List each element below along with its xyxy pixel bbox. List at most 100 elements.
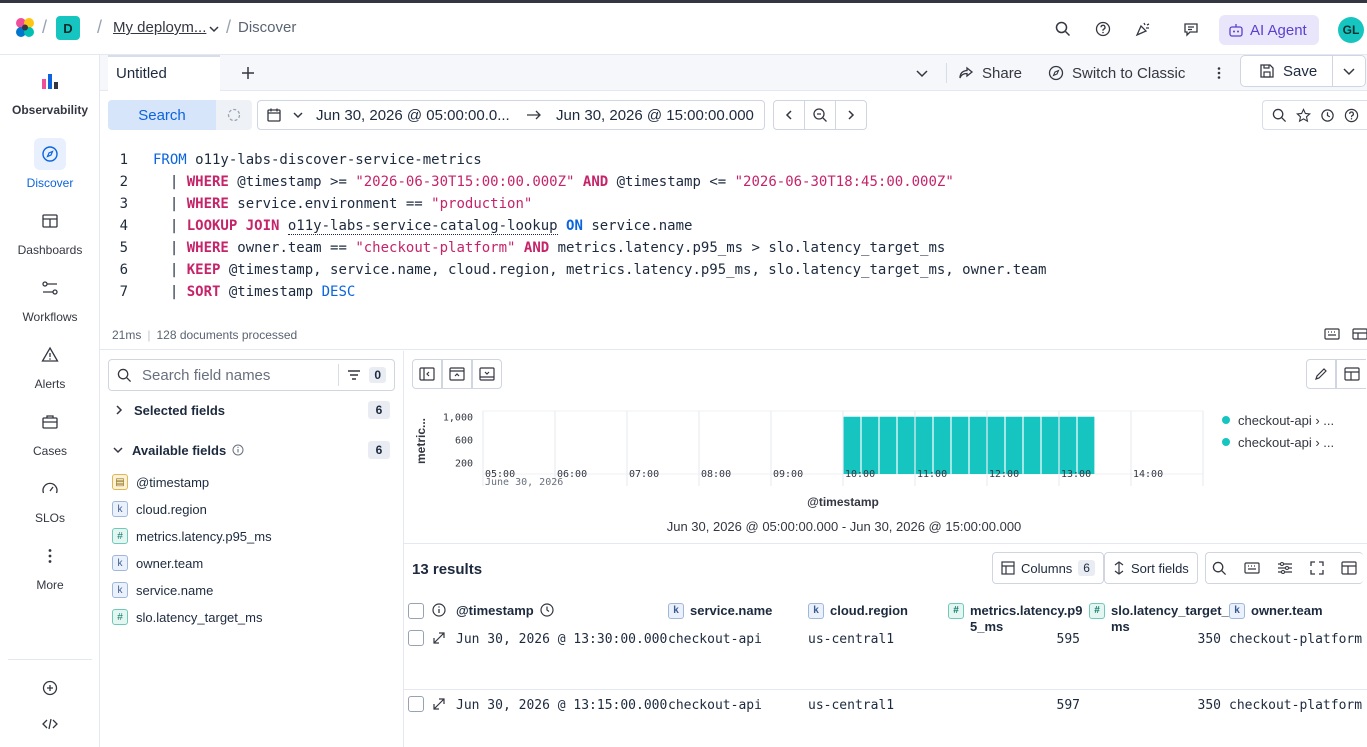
chat-icon[interactable] — [1177, 15, 1205, 43]
column-header-owner-team[interactable]: k owner.team — [1229, 603, 1323, 619]
search-icon[interactable] — [1212, 561, 1227, 576]
chart-bar[interactable] — [861, 416, 879, 474]
tab-untitled[interactable]: Untitled — [108, 55, 220, 91]
column-header-cloud-region[interactable]: k cloud.region — [808, 603, 908, 619]
chart-bar[interactable] — [1059, 416, 1077, 474]
field-item-cloud-region[interactable]: k cloud.region — [112, 499, 207, 519]
elastic-logo-icon[interactable] — [12, 15, 38, 41]
nav-item-alerts[interactable]: Alerts — [0, 339, 100, 391]
layout-icon[interactable] — [1341, 561, 1357, 575]
available-fields-toggle[interactable]: Available fields 6 — [108, 438, 392, 462]
date-start[interactable]: Jun 30, 2026 @ 05:00:00.0... — [316, 107, 516, 124]
filter-icon[interactable] — [347, 368, 361, 382]
chart-bar[interactable] — [1023, 416, 1041, 474]
newsfeed-icon[interactable] — [1129, 15, 1157, 43]
nav-item-cases[interactable]: Cases — [0, 406, 100, 458]
chart-bar[interactable] — [1005, 416, 1023, 474]
star-icon[interactable] — [1295, 107, 1311, 123]
chart-bar[interactable] — [969, 416, 987, 474]
date-end[interactable]: Jun 30, 2026 @ 15:00:00.000 — [556, 107, 754, 124]
breadcrumb-deployment[interactable]: My deploym... — [113, 19, 206, 36]
nav-item-workflows[interactable]: Workflows — [0, 272, 100, 324]
column-header-service-name[interactable]: k service.name — [668, 603, 772, 619]
zoom-out-button[interactable] — [804, 100, 836, 130]
collapse-sidebar-button[interactable] — [412, 359, 442, 389]
nav-item-discover[interactable]: Discover — [0, 138, 100, 190]
layout-icon[interactable] — [1352, 327, 1367, 341]
developer-tools-icon[interactable] — [36, 710, 64, 738]
column-header-timestamp[interactable]: @timestamp — [456, 603, 554, 619]
chart-bar[interactable] — [987, 416, 1005, 474]
chart-bar[interactable] — [933, 416, 951, 474]
display-settings-icon[interactable] — [1277, 561, 1293, 575]
previous-range-button[interactable] — [773, 100, 805, 130]
chart-bar[interactable] — [951, 416, 969, 474]
expand-chart-button[interactable] — [472, 359, 502, 389]
available-fields-label: Available fields — [132, 442, 227, 458]
tabs-menu-chevron-icon[interactable] — [908, 59, 936, 87]
save-options-chevron-icon[interactable] — [1333, 56, 1365, 86]
nav-item-slos[interactable]: SLOs — [0, 473, 100, 525]
info-icon[interactable] — [232, 444, 244, 456]
nav-item-more[interactable]: More — [0, 540, 100, 592]
field-item-timestamp[interactable]: ▤ @timestamp — [112, 472, 209, 492]
chevron-down-icon[interactable] — [292, 109, 304, 121]
help-icon[interactable] — [1344, 108, 1359, 123]
selected-fields-toggle[interactable]: Selected fields 6 — [108, 398, 392, 422]
collapse-chart-button[interactable] — [442, 359, 472, 389]
date-picker[interactable]: Jun 30, 2026 @ 05:00:00.0... Jun 30, 202… — [257, 100, 765, 130]
query-editor[interactable]: 1 FROM o11y-labs-discover-service-metrics… — [100, 145, 1367, 305]
search-icon[interactable] — [1049, 15, 1077, 43]
chevron-down-icon[interactable] — [208, 23, 220, 35]
row-checkbox[interactable] — [408, 696, 424, 712]
row-checkbox[interactable] — [408, 630, 424, 646]
chart-bar[interactable] — [879, 416, 897, 474]
info-icon[interactable] — [432, 603, 446, 617]
edit-visualization-button[interactable] — [1306, 359, 1336, 389]
nav-item-observability[interactable]: Observability — [0, 65, 100, 117]
nav-item-dashboards[interactable]: Dashboards — [0, 205, 100, 257]
refresh-button[interactable] — [216, 100, 252, 130]
field-item-slo-latency[interactable]: # slo.latency_target_ms — [112, 607, 262, 627]
add-tab-icon[interactable] — [234, 59, 262, 87]
add-icon[interactable] — [36, 674, 64, 702]
chart-bar[interactable] — [1077, 416, 1095, 474]
table-row[interactable]: Jun 30, 2026 @ 13:15:00.000 checkout-api… — [404, 689, 1367, 747]
chart-bar[interactable] — [915, 416, 933, 474]
field-item-owner-team[interactable]: k owner.team — [112, 553, 203, 573]
chart-bar[interactable] — [843, 416, 861, 474]
table-row[interactable]: Jun 30, 2026 @ 13:30:00.000 checkout-api… — [404, 624, 1367, 689]
chart-options-button[interactable] — [1336, 359, 1366, 389]
cell-slo: 350 — [1197, 632, 1221, 647]
select-all-checkbox[interactable] — [408, 603, 424, 619]
search-icon[interactable] — [1272, 108, 1287, 123]
legend-item[interactable]: checkout-api › ... — [1222, 409, 1334, 431]
history-icon[interactable] — [1320, 108, 1335, 123]
save-button[interactable]: Save — [1241, 56, 1333, 86]
field-search-input[interactable]: Search field names 0 — [108, 359, 395, 391]
user-avatar[interactable]: GL — [1338, 17, 1364, 43]
search-button[interactable]: Search — [108, 100, 216, 130]
keyboard-icon[interactable] — [1324, 327, 1340, 341]
help-icon[interactable] — [1089, 15, 1117, 43]
keyboard-icon[interactable] — [1244, 561, 1260, 575]
deployment-badge[interactable]: D — [56, 16, 80, 40]
next-range-button[interactable] — [835, 100, 867, 130]
calendar-icon[interactable] — [266, 107, 282, 123]
more-options-icon[interactable] — [1205, 59, 1233, 87]
columns-button[interactable]: Columns 6 — [992, 552, 1104, 584]
share-button[interactable]: Share — [958, 55, 1022, 91]
nav-label: More — [36, 578, 64, 592]
chart-bar[interactable] — [1041, 416, 1059, 474]
expand-icon[interactable] — [433, 632, 445, 644]
chart-bar[interactable] — [897, 416, 915, 474]
expand-icon[interactable] — [433, 698, 445, 710]
field-item-metrics-latency[interactable]: # metrics.latency.p95_ms — [112, 526, 272, 546]
legend-item[interactable]: checkout-api › ... — [1222, 431, 1334, 453]
fullscreen-icon[interactable] — [1310, 561, 1324, 575]
sort-fields-button[interactable]: Sort fields — [1104, 552, 1198, 584]
field-item-service-name[interactable]: k service.name — [112, 580, 213, 600]
ai-agent-button[interactable]: AI Agent — [1219, 15, 1319, 45]
switch-to-classic-button[interactable]: Switch to Classic — [1048, 55, 1185, 91]
observability-icon — [34, 65, 66, 97]
